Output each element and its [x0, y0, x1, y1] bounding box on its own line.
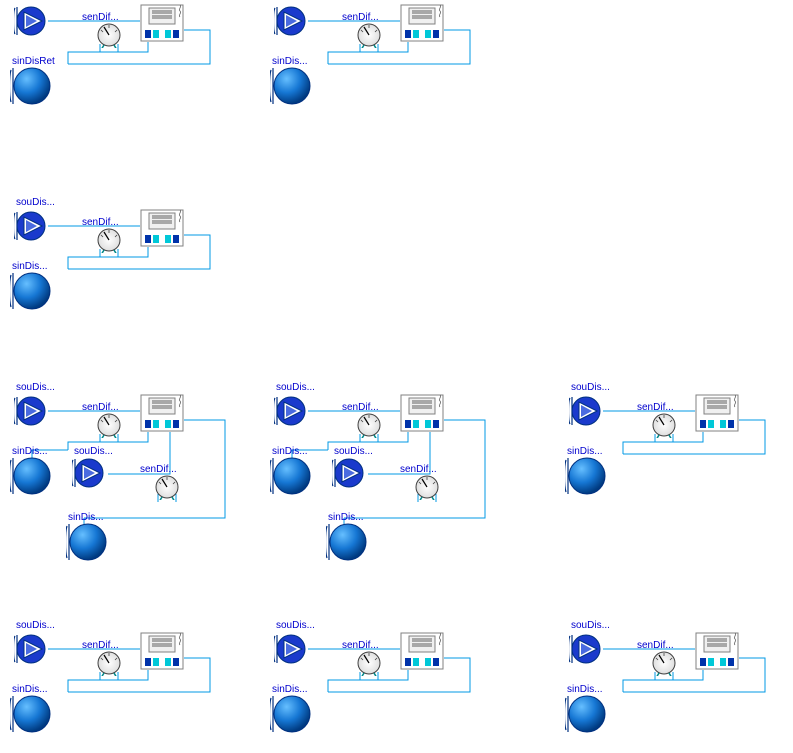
sink-label: sinDis... [12, 261, 48, 272]
sink-return[interactable] [270, 64, 314, 108]
pump-label: souDis... [276, 0, 315, 3]
pump-label: souDis... [276, 620, 315, 631]
gauge2-label: senDif... [140, 464, 177, 475]
pump-source[interactable] [14, 394, 48, 428]
pump-label: souDis... [571, 382, 610, 393]
pump2-label: souDis... [74, 446, 113, 457]
sink2-label: sinDis... [328, 512, 364, 523]
gauge-label: senDif... [82, 12, 119, 23]
sink-return[interactable] [10, 64, 54, 108]
sensor-gauge[interactable] [651, 412, 677, 438]
sink-label: sinDisRet [12, 56, 55, 67]
schematic-cell: souDis...senDif...sinDis...souDis...senD… [270, 390, 510, 570]
schematic-cell: souDis...senDif...sinDis... [10, 205, 250, 315]
schematic-cell: souDis...senDif...sinDis...souDis...senD… [10, 390, 250, 570]
gauge-label: senDif... [82, 402, 119, 413]
sensor-gauge[interactable] [96, 412, 122, 438]
schematic-cell: souDis...senDif...sinDis... [565, 390, 793, 500]
sink-label: sinDis... [272, 684, 308, 695]
sink-label: sinDis... [272, 56, 308, 67]
gauge-label: senDif... [637, 640, 674, 651]
diagram-canvas: souDis... senDif... sinDisRet souDis... senD… [0, 0, 793, 733]
schematic-cell: souDis... senDif... sinDisRet [10, 0, 250, 110]
load-unit[interactable] [695, 394, 739, 432]
pump-label: souDis... [16, 620, 55, 631]
sink-return[interactable] [10, 454, 54, 498]
pump-label: souDis... [16, 197, 55, 208]
sensor-gauge[interactable] [651, 650, 677, 676]
gauge-label: senDif... [82, 640, 119, 651]
sink2-label: sinDis... [68, 512, 104, 523]
pump-source[interactable] [14, 632, 48, 666]
sink-label: sinDis... [12, 446, 48, 457]
sink-return[interactable] [270, 692, 314, 736]
sensor-gauge[interactable] [356, 650, 382, 676]
gauge-label: senDif... [342, 640, 379, 651]
pump-label: souDis... [571, 620, 610, 631]
sensor-gauge[interactable] [96, 227, 122, 253]
sink-return[interactable] [565, 454, 609, 498]
schematic-cell: souDis... senDif... sinDis... [270, 0, 510, 110]
pump-source-2[interactable] [72, 456, 106, 490]
load-unit[interactable] [400, 394, 444, 432]
gauge-label: senDif... [342, 402, 379, 413]
sensor-gauge[interactable] [356, 22, 382, 48]
schematic-cell: souDis...senDif...sinDis... [270, 628, 510, 738]
gauge2-label: senDif... [400, 464, 437, 475]
sink-return[interactable] [10, 692, 54, 736]
load-unit[interactable] [140, 4, 184, 42]
sensor-gauge-2[interactable] [154, 474, 180, 500]
sensor-gauge[interactable] [96, 22, 122, 48]
load-unit[interactable] [140, 632, 184, 670]
pump-label: souDis... [276, 382, 315, 393]
sensor-gauge-2[interactable] [414, 474, 440, 500]
pump-label: souDis... [16, 0, 55, 3]
sink-label: sinDis... [12, 684, 48, 695]
pump-label: souDis... [16, 382, 55, 393]
schematic-cell: souDis...senDif...sinDis... [10, 628, 250, 738]
load-unit[interactable] [695, 632, 739, 670]
load-unit[interactable] [400, 632, 444, 670]
sink-return-2[interactable] [66, 520, 110, 564]
gauge-label: senDif... [637, 402, 674, 413]
sink-return[interactable] [10, 269, 54, 313]
pump-source[interactable] [569, 632, 603, 666]
pump-source[interactable] [14, 209, 48, 243]
schematic-cell: souDis...senDif...sinDis... [565, 628, 793, 738]
sensor-gauge[interactable] [96, 650, 122, 676]
pump2-label: souDis... [334, 446, 373, 457]
sink-label: sinDis... [567, 446, 603, 457]
load-unit[interactable] [400, 4, 444, 42]
pump-source[interactable] [274, 4, 308, 38]
load-unit[interactable] [140, 394, 184, 432]
sensor-gauge[interactable] [356, 412, 382, 438]
gauge-label: senDif... [82, 217, 119, 228]
sink-label: sinDis... [272, 446, 308, 457]
pump-source-2[interactable] [332, 456, 366, 490]
pump-source[interactable] [14, 4, 48, 38]
pump-source[interactable] [274, 394, 308, 428]
load-unit[interactable] [140, 209, 184, 247]
pump-source[interactable] [274, 632, 308, 666]
sink-return-2[interactable] [326, 520, 370, 564]
sink-return[interactable] [565, 692, 609, 736]
sink-label: sinDis... [567, 684, 603, 695]
pump-source[interactable] [569, 394, 603, 428]
sink-return[interactable] [270, 454, 314, 498]
gauge-label: senDif... [342, 12, 379, 23]
